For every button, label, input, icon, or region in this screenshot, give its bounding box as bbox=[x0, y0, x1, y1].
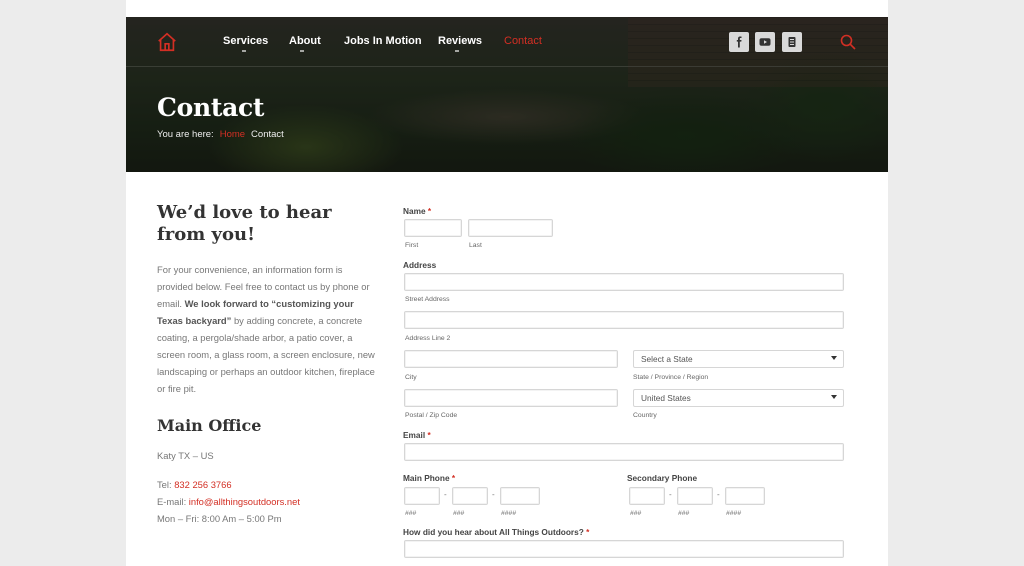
address-line2-input[interactable] bbox=[404, 311, 844, 329]
street-address-input[interactable] bbox=[404, 273, 844, 291]
email-label: E-mail: bbox=[157, 496, 187, 507]
main-office-heading: Main Office bbox=[157, 416, 262, 435]
main-nav: Services About Jobs In Motion Reviews Co… bbox=[126, 17, 888, 67]
last-name-input[interactable] bbox=[468, 219, 553, 237]
main-phone-prefix-hint: ### bbox=[453, 510, 465, 517]
breadcrumb-prefix: You are here: bbox=[157, 129, 214, 140]
nav-contact[interactable]: Contact bbox=[504, 35, 542, 47]
first-name-input[interactable] bbox=[404, 219, 462, 237]
nav-reviews[interactable]: Reviews bbox=[438, 35, 482, 47]
city-sublabel: City bbox=[405, 374, 417, 381]
country-select[interactable]: United States bbox=[633, 389, 844, 407]
intro-column: We’d love to hear from you! For your con… bbox=[157, 202, 377, 397]
first-name-sublabel: First bbox=[405, 242, 419, 249]
main-phone-area-hint: ### bbox=[405, 510, 417, 517]
blog-icon[interactable] bbox=[782, 32, 802, 52]
country-select-value: United States bbox=[641, 393, 691, 403]
phone-label: Tel: bbox=[157, 479, 172, 490]
state-sublabel: State / Province / Region bbox=[633, 374, 709, 381]
top-strip bbox=[126, 0, 888, 17]
nav-jobs-in-motion[interactable]: Jobs In Motion bbox=[344, 35, 422, 47]
intro-text-part-2: by adding concrete, a concrete coating, … bbox=[157, 315, 375, 394]
main-phone-prefix-input[interactable] bbox=[452, 487, 488, 505]
chevron-down-icon bbox=[831, 356, 837, 360]
secondary-phone-area-input[interactable] bbox=[629, 487, 665, 505]
facebook-icon[interactable] bbox=[729, 32, 749, 52]
intro-heading: We’d love to hear from you! bbox=[157, 202, 332, 245]
secondary-phone-area-hint: ### bbox=[630, 510, 642, 517]
phone-dash: - bbox=[717, 490, 720, 499]
secondary-phone-line-hint: #### bbox=[726, 510, 742, 517]
hear-about-input[interactable] bbox=[404, 540, 844, 558]
chevron-down-icon bbox=[831, 395, 837, 399]
email-input[interactable] bbox=[404, 443, 844, 461]
nav-about[interactable]: About bbox=[289, 35, 321, 47]
main-phone-area-input[interactable] bbox=[404, 487, 440, 505]
last-name-sublabel: Last bbox=[469, 242, 482, 249]
hear-about-label-text: How did you hear about All Things Outdoo… bbox=[403, 527, 584, 537]
required-mark: * bbox=[586, 527, 590, 537]
city-input[interactable] bbox=[404, 350, 618, 368]
required-mark: * bbox=[451, 473, 456, 483]
secondary-phone-prefix-hint: ### bbox=[678, 510, 690, 517]
phone-dash: - bbox=[492, 490, 495, 499]
search-icon[interactable] bbox=[840, 34, 856, 50]
office-hours: Mon – Fri: 8:00 Am – 5:00 Pm bbox=[157, 513, 282, 524]
breadcrumb-current: Contact bbox=[251, 129, 284, 140]
phone-dash: - bbox=[444, 490, 447, 499]
main-phone-label: Main Phone * bbox=[403, 473, 455, 483]
required-mark: * bbox=[427, 430, 431, 440]
main-phone-line-input[interactable] bbox=[500, 487, 540, 505]
hero-banner: Services About Jobs In Motion Reviews Co… bbox=[126, 17, 888, 172]
name-label: Name * bbox=[403, 206, 431, 216]
phone-dash: - bbox=[669, 490, 672, 499]
office-email: E-mail: info@allthingsoutdoors.net bbox=[157, 496, 300, 507]
zip-sublabel: Postal / Zip Code bbox=[405, 412, 458, 419]
office-location: Katy TX – US bbox=[157, 450, 214, 461]
state-select[interactable]: Select a State bbox=[633, 350, 844, 368]
nav-about-caret bbox=[300, 50, 304, 53]
country-sublabel: Country bbox=[633, 412, 657, 419]
nav-reviews-caret bbox=[455, 50, 459, 53]
hear-about-label: How did you hear about All Things Outdoo… bbox=[403, 527, 589, 537]
secondary-phone-prefix-input[interactable] bbox=[677, 487, 713, 505]
office-phone: Tel: 832 256 3766 bbox=[157, 479, 232, 490]
nav-services-caret bbox=[242, 50, 246, 53]
state-select-value: Select a State bbox=[641, 354, 693, 364]
secondary-phone-line-input[interactable] bbox=[725, 487, 765, 505]
page-title: Contact bbox=[157, 93, 265, 122]
address-label: Address bbox=[403, 260, 437, 270]
main-phone-label-text: Main Phone bbox=[403, 473, 450, 483]
intro-text: For your convenience, an information for… bbox=[157, 261, 377, 397]
nav-services[interactable]: Services bbox=[223, 35, 268, 47]
street-address-sublabel: Street Address bbox=[405, 296, 450, 303]
secondary-phone-label: Secondary Phone bbox=[627, 473, 698, 483]
email-field-label-text: Email bbox=[403, 430, 426, 440]
breadcrumb: You are here: Home Contact bbox=[157, 129, 284, 140]
address-line2-sublabel: Address Line 2 bbox=[405, 335, 451, 342]
main-phone-line-hint: #### bbox=[501, 510, 517, 517]
youtube-icon[interactable] bbox=[755, 32, 775, 52]
email-field-label: Email * bbox=[403, 430, 431, 440]
home-icon[interactable] bbox=[156, 31, 178, 53]
email-link[interactable]: info@allthingsoutdoors.net bbox=[189, 496, 300, 507]
phone-link[interactable]: 832 256 3766 bbox=[174, 479, 231, 490]
breadcrumb-home-link[interactable]: Home bbox=[220, 129, 245, 140]
zip-input[interactable] bbox=[404, 389, 618, 407]
name-label-text: Name bbox=[403, 206, 426, 216]
required-mark: * bbox=[427, 206, 432, 216]
page: Services About Jobs In Motion Reviews Co… bbox=[126, 0, 888, 566]
